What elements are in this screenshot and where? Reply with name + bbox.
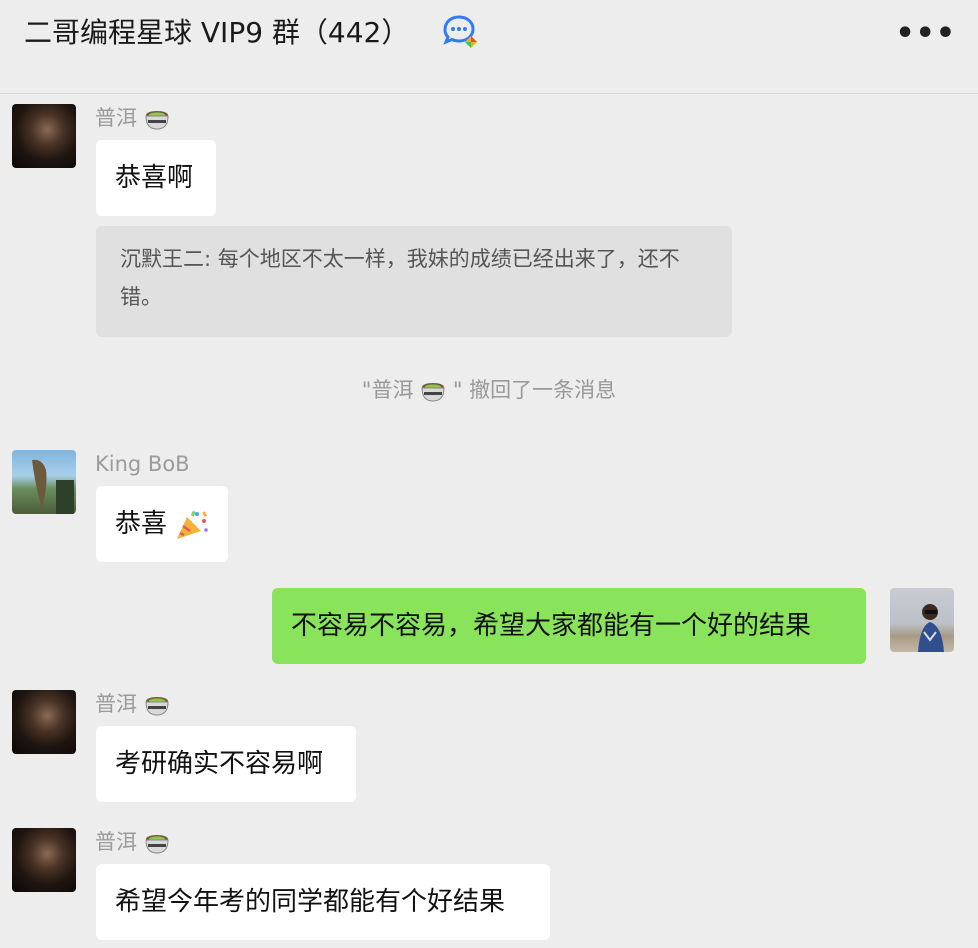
message-bubble[interactable]: 希望今年考的同学都能有个好结果 (96, 864, 550, 940)
system-notice-prefix: "普洱 (361, 378, 414, 402)
message-text: 考研确实不容易啊 (115, 749, 324, 779)
tea-pot-emoji (145, 697, 169, 716)
self-avatar[interactable] (890, 588, 954, 652)
fish-photo (32, 459, 74, 514)
avatar[interactable] (12, 104, 76, 168)
self-message-bubble[interactable]: 不容易不容易，希望大家都能有一个好的结果 (272, 588, 866, 664)
sender-name-text: 普洱 (95, 106, 137, 130)
message-text: 恭喜 (115, 509, 168, 539)
message-text: 希望今年考的同学都能有个好结果 (115, 887, 506, 917)
sender-name: King BoB (95, 452, 190, 476)
tea-pot-emoji (145, 111, 169, 130)
message-text: 不容易不容易，希望大家都能有一个好的结果 (291, 611, 812, 641)
sender-name: 普洱 (95, 104, 170, 132)
avatar[interactable] (12, 690, 76, 754)
sender-name: 普洱 (95, 828, 170, 856)
message-text: 恭喜啊 (115, 163, 194, 193)
chat-bubbles-icon[interactable] (441, 14, 483, 50)
sender-name: 普洱 (95, 690, 170, 718)
message-bubble[interactable]: 恭喜啊 (96, 140, 216, 216)
message-bubble[interactable]: 考研确实不容易啊 (96, 726, 356, 802)
quoted-message[interactable]: 沉默王二: 每个地区不太一样，我妹的成绩已经出来了，还不错。 (96, 226, 732, 337)
avatar[interactable] (12, 450, 76, 514)
message-bubble[interactable]: 恭喜 (96, 486, 228, 562)
system-notice: "普洱 " 撤回了一条消息 (0, 375, 978, 405)
sender-name-text: 普洱 (95, 830, 137, 854)
tea-pot-emoji (421, 383, 445, 402)
system-notice-suffix: " 撤回了一条消息 (452, 378, 617, 402)
avatar[interactable] (12, 828, 76, 892)
party-popper-emoji (177, 510, 209, 539)
tea-pot-emoji (145, 835, 169, 854)
chat-header: 二哥编程星球 VIP9 群（442） ••• (0, 0, 978, 94)
more-options-button[interactable]: ••• (895, 19, 956, 49)
sender-name-text: 普洱 (95, 692, 137, 716)
beach-photo (918, 604, 944, 652)
chat-title: 二哥编程星球 VIP9 群（442） (24, 16, 410, 49)
